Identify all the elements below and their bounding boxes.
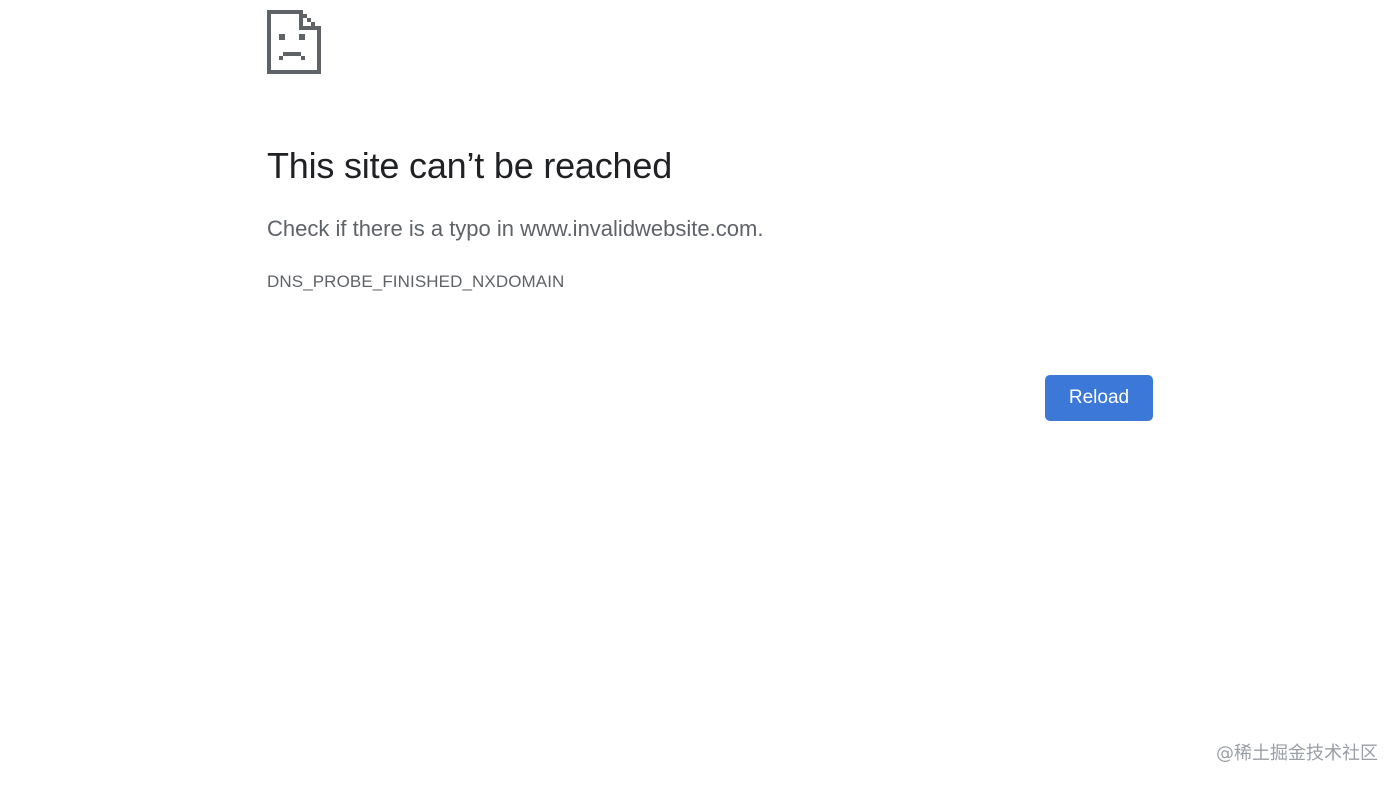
sad-page-icon bbox=[267, 10, 321, 74]
main-message: This site can’t be reached bbox=[267, 144, 1167, 188]
error-suggestion: Check if there is a typo in www.invalidw… bbox=[267, 216, 764, 241]
error-code: DNS_PROBE_FINISHED_NXDOMAIN bbox=[267, 272, 565, 291]
error-page: This site can’t be reached Check if ther… bbox=[0, 0, 1400, 787]
reload-button[interactable]: Reload bbox=[1045, 375, 1153, 421]
error-title: This site can’t be reached bbox=[267, 145, 673, 186]
watermark: @稀土掘金技术社区 bbox=[1216, 743, 1378, 764]
